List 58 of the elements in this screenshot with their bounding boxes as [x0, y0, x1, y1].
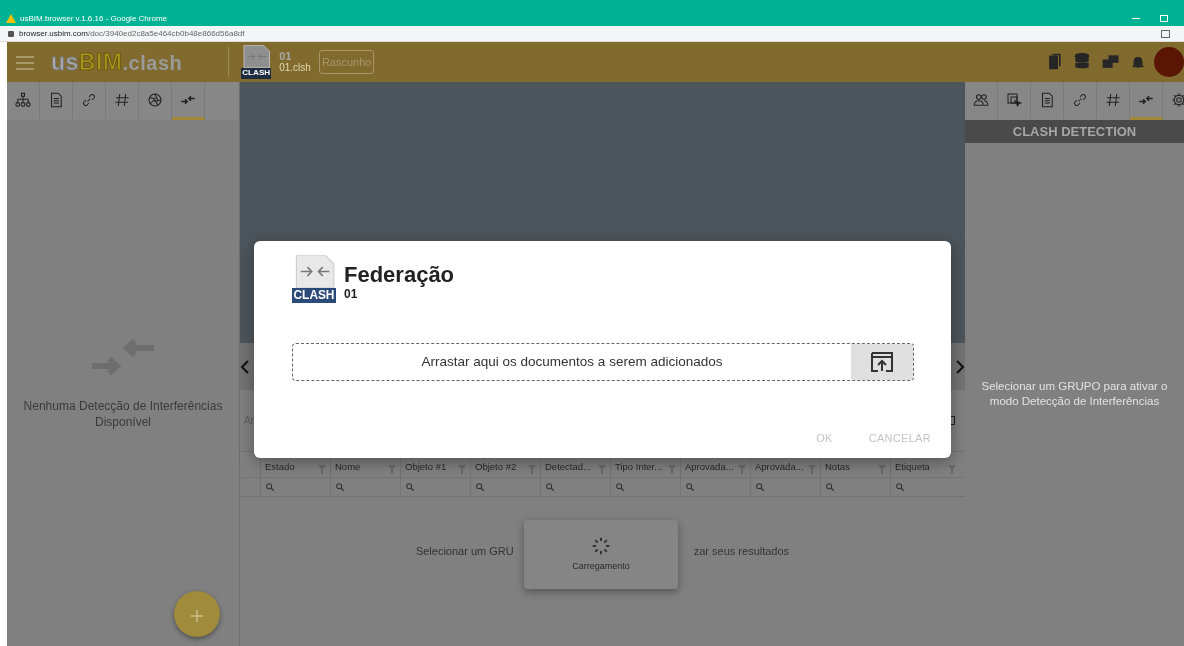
column-header[interactable]: Detectad... [545, 459, 591, 474]
warning-icon [6, 14, 16, 23]
plus-icon [191, 609, 203, 622]
window-title: usBIM.browser v.1.6.16 - Google Chrome [20, 12, 168, 25]
filter-icon[interactable] [878, 465, 886, 474]
document-name: 01 [279, 50, 293, 62]
column-header[interactable]: Aprovada... [755, 459, 804, 474]
column-header[interactable]: Objeto #1 [405, 459, 447, 474]
add-button[interactable] [174, 591, 220, 637]
filter-icon[interactable] [738, 465, 746, 474]
search-icon [335, 482, 345, 492]
empty-state-text: Nenhuma Detecção de Interferências Disponível [22, 398, 224, 430]
dialog-subtitle: 01 [344, 287, 359, 301]
column-header[interactable]: Nome [335, 459, 361, 474]
panel-title: CLASH DETECTION [965, 120, 1184, 143]
drop-zone[interactable]: Arrastar aqui os documentos a serem adicionados [292, 343, 914, 382]
spinner-icon [591, 535, 611, 556]
empty-state-text: Selecionar um GRU [415, 544, 514, 560]
panel-tab[interactable] [172, 82, 205, 120]
filter-icon[interactable] [528, 465, 536, 474]
upload-button[interactable] [851, 344, 913, 381]
filter-icon[interactable] [458, 465, 466, 474]
select-icon [1005, 90, 1023, 109]
filter-icon[interactable] [598, 465, 606, 474]
search-icon [825, 482, 835, 492]
drop-zone-text: Arrastar aqui os documentos a serem adicionados [420, 353, 724, 372]
empty-state-text: zar seus resultados [693, 544, 790, 560]
search-icon [755, 482, 765, 492]
search-icon [545, 482, 555, 492]
column-header[interactable]: Objeto #2 [475, 459, 517, 474]
hierarchy-icon [14, 90, 32, 109]
column-header[interactable]: Etiqueta [895, 459, 930, 474]
loading-text: Carregamento [572, 559, 630, 573]
restore-icon[interactable] [1160, 15, 1168, 22]
search-icon [615, 482, 625, 492]
filter-icon[interactable] [318, 465, 326, 474]
address-url[interactable]: browser.usbim.com/doc/3940ed2c8a5e464cb0b48e866d56a8df [19, 27, 245, 40]
filter-icon[interactable] [948, 465, 956, 474]
upload-icon [871, 352, 893, 373]
search-icon [475, 482, 485, 492]
column-header[interactable]: Estado [265, 459, 295, 474]
filter-icon[interactable] [808, 465, 816, 474]
search-icon [895, 482, 905, 492]
filter-icon[interactable] [668, 465, 676, 474]
column-header[interactable]: Notas [825, 459, 850, 474]
filter-icon[interactable] [388, 465, 396, 474]
column-header[interactable]: Tipo Inter... [615, 459, 663, 474]
search-icon [685, 482, 695, 492]
search-icon [405, 482, 415, 492]
column-header[interactable]: Aprovada... [685, 459, 734, 474]
user-avatar[interactable] [1154, 47, 1184, 77]
dialog-title: Federação [344, 263, 455, 287]
empty-state-text: Selecionar um GRUPO para ativar o modo Detecção de Interferências [980, 379, 1169, 409]
gear-icon [1170, 90, 1184, 109]
document-file-name: 01.clsh [279, 62, 311, 74]
status-tag: Rascunho [318, 49, 375, 75]
aperture-icon [146, 90, 164, 109]
search-icon [265, 482, 275, 492]
